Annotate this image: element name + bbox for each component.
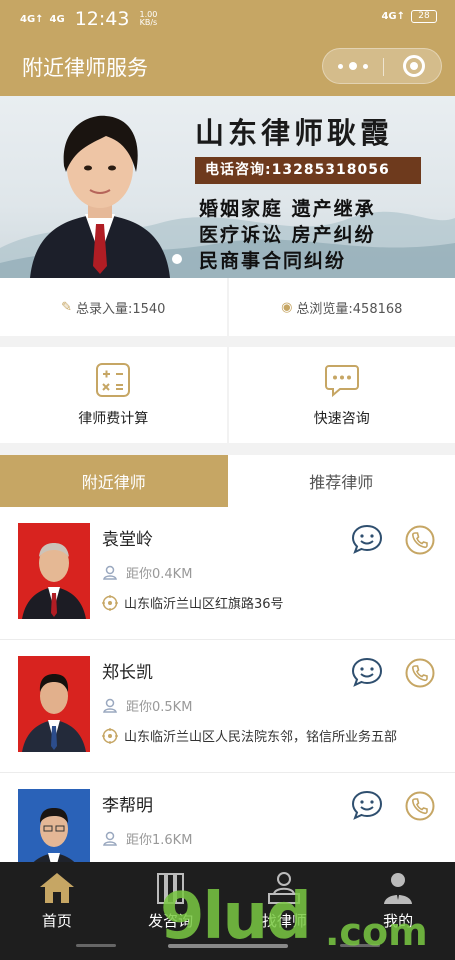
lawyer-address: 山东临沂兰山区人民法院东邻，铭信所业务五部 <box>102 726 397 745</box>
banner-service-line: 婚姻家庭 遗产继承 <box>199 198 376 220</box>
banner-service-line: 医疗诉讼 房产纠纷 <box>199 224 376 246</box>
banner-service-line: 民商事合同纠纷 <box>199 250 347 272</box>
more-dot-icon <box>338 63 343 69</box>
page-title: 附近律师服务 <box>22 56 148 80</box>
chat-icon[interactable] <box>351 789 383 821</box>
lawyer-portrait <box>30 115 170 278</box>
lawyer-photo <box>18 789 90 862</box>
status-bar: 4G↑ 4G 12:43 1.00 KB/s 4G↑ 28 <box>0 0 455 36</box>
lawyer-list-item[interactable]: 郑长凯 距你0.5KM 山东临沂兰山区人民法院东邻，铭信所业务五部 <box>0 640 455 773</box>
lawyer-name: 郑长凯 <box>102 663 153 683</box>
signal-indicator: 4G↑ <box>20 13 44 25</box>
network-speed: 1.00 KB/s <box>139 11 157 27</box>
eye-icon: ◉ <box>281 299 293 315</box>
banner-lawyer-name: 山东律师耿霞 <box>195 116 394 150</box>
chat-icon[interactable] <box>351 523 383 555</box>
lawyer-address: 山东临沂兰山区红旗路36号 <box>102 593 284 612</box>
address-text: 山东临沂兰山区人民法院东邻，铭信所业务五部 <box>124 730 398 745</box>
stat-views-text: 总浏览量:458168 <box>296 301 403 317</box>
system-nav-bar-left <box>76 944 116 947</box>
location-person-icon <box>103 831 117 846</box>
lawyer-distance: 距你0.5KM <box>102 696 192 715</box>
lawyer-name: 袁堂岭 <box>102 530 153 550</box>
miniapp-capsule <box>322 48 442 84</box>
tab-nearby-lawyers[interactable]: 附近律师 <box>0 455 228 507</box>
distance-text: 距你1.6KM <box>126 833 193 848</box>
pencil-icon: ✎ <box>61 299 72 315</box>
title-bar: 附近律师服务 <box>0 36 455 96</box>
books-icon <box>156 873 184 904</box>
stat-entries-text: 总录入量:1540 <box>75 301 166 317</box>
lawyer-distance: 距你0.4KM <box>102 563 192 582</box>
close-miniapp-icon[interactable] <box>403 55 425 77</box>
calculator-icon <box>96 363 131 397</box>
tab-recommended-lawyers[interactable]: 推荐律师 <box>228 455 455 507</box>
system-home-indicator[interactable] <box>168 944 288 948</box>
fee-calculator-label: 律师费计算 <box>78 411 149 427</box>
phone-icon[interactable] <box>405 791 435 821</box>
nav-home-label: 首页 <box>41 912 72 930</box>
lawyer-list-item[interactable]: 袁堂岭 距你0.4KM 山东临沂兰山区红旗路36号 <box>0 507 455 640</box>
stat-views: ◉ 总浏览量:458168 <box>226 278 455 336</box>
nav-consult-label: 发咨询 <box>148 912 194 930</box>
promo-banner[interactable]: 山东律师耿霞 电话咨询:13285318056 婚姻家庭 遗产继承 医疗诉讼 房… <box>0 96 455 278</box>
user-icon <box>384 873 413 904</box>
quick-consult-label: 快速咨询 <box>313 411 370 427</box>
speed-unit: KB/s <box>139 18 158 27</box>
nav-mine-label: 我的 <box>383 912 414 930</box>
lawyer-photo <box>18 656 90 752</box>
stats-bar: ✎ 总录入量:1540 ◉ 总浏览量:458168 <box>0 278 455 336</box>
signal-indicator-right: 4G↑ <box>381 11 405 22</box>
carousel-indicator[interactable] <box>172 254 182 264</box>
fee-calculator-button[interactable]: 律师费计算 <box>0 347 227 443</box>
lawyer-photo <box>18 523 90 619</box>
location-person-icon <box>103 565 117 580</box>
tool-grid: 律师费计算 快速咨询 <box>0 347 455 443</box>
distance-text: 距你0.5KM <box>126 700 193 715</box>
lawyer-list-item[interactable]: 李帮明 距你1.6KM <box>0 773 455 862</box>
address-text: 山东临沂兰山区红旗路36号 <box>124 597 284 612</box>
system-nav-bar-right <box>340 944 380 947</box>
lawyer-tabs: 附近律师 推荐律师 <box>0 455 455 507</box>
lawyer-list: 袁堂岭 距你0.4KM 山东临沂兰山区红旗路36号 郑长凯 距你0.5KM 山东 <box>0 507 455 862</box>
chat-bubble-icon <box>324 365 359 398</box>
distance-text: 距你0.4KM <box>126 567 193 582</box>
lawyer-name: 李帮明 <box>102 796 153 816</box>
capsule-divider <box>383 58 384 76</box>
nav-find-lawyer-label: 找律师 <box>261 912 307 930</box>
battery-level: 28 <box>418 11 430 21</box>
more-dot-icon <box>349 62 357 70</box>
location-target-icon <box>102 727 118 744</box>
phone-icon[interactable] <box>405 525 435 555</box>
lawyer-distance: 距你1.6KM <box>102 829 192 848</box>
more-dot-icon <box>363 63 368 69</box>
signal-indicator-2: 4G <box>49 13 65 25</box>
home-icon <box>39 873 74 903</box>
phone-icon[interactable] <box>405 658 435 688</box>
banner-phone: 电话咨询:13285318056 <box>195 157 421 184</box>
quick-consult-button[interactable]: 快速咨询 <box>226 347 455 443</box>
location-target-icon <box>102 594 118 611</box>
clock: 12:43 <box>74 8 130 30</box>
stat-entries: ✎ 总录入量:1540 <box>0 278 227 336</box>
battery-icon: 28 <box>411 10 437 23</box>
chat-icon[interactable] <box>351 656 383 688</box>
location-person-icon <box>103 698 117 713</box>
more-menu-button[interactable] <box>323 49 383 83</box>
lawyer-desk-icon <box>268 872 301 904</box>
